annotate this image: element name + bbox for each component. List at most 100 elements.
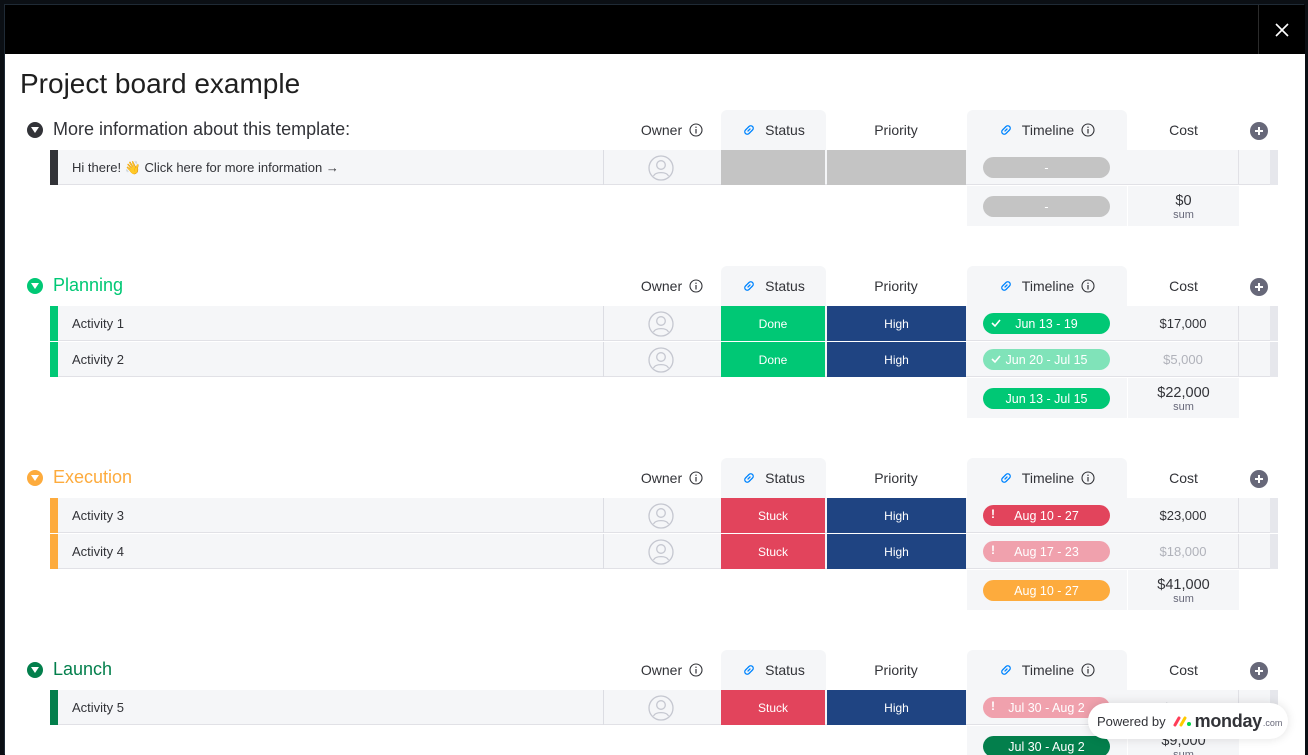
timeline-summary-pill: Jun 13 - Jul 15 [983,388,1110,409]
collapse-toggle-icon[interactable] [27,122,43,138]
add-column-icon[interactable] [1250,470,1268,488]
column-header-owner[interactable]: Owner [622,110,722,150]
column-header-owner[interactable]: Owner [622,458,722,498]
column-header-status[interactable]: Status [721,110,826,150]
group-title[interactable]: Planning [53,275,123,296]
link-icon [744,473,754,483]
status-cell[interactable]: Stuck [721,690,825,725]
info-icon[interactable] [689,663,703,677]
info-icon[interactable] [689,123,703,137]
collapse-toggle-icon[interactable] [27,278,43,294]
cost-cell[interactable]: $18,000 [1128,534,1238,569]
timeline-pill[interactable]: Jun 20 - Jul 15 [983,349,1110,370]
table-row[interactable]: Hi there! 👋 Click here for more informat… [50,150,1278,185]
cost-cell[interactable]: $23,000 [1128,498,1238,533]
column-header-priority[interactable]: Priority [826,266,966,306]
link-icon [744,281,754,291]
column-header-owner[interactable]: Owner [622,266,722,306]
board-content: Project board example More information a… [5,54,1305,755]
column-header-cost[interactable]: Cost [1128,458,1239,498]
person-avatar-icon[interactable] [648,695,674,721]
priority-cell[interactable]: High [827,690,966,725]
column-header-cost[interactable]: Cost [1128,266,1239,306]
cost-cell[interactable]: $5,000 [1128,342,1238,377]
status-cell[interactable] [721,150,825,185]
status-cell[interactable]: Done [721,306,825,341]
cost-sum-value: $41,000 [1157,577,1210,593]
priority-cell[interactable]: High [827,342,966,377]
collapse-toggle-icon[interactable] [27,470,43,486]
item-name[interactable]: Activity 3 [72,498,124,533]
timeline-summary: - [967,186,1127,226]
person-avatar-icon[interactable] [648,539,674,565]
item-name[interactable]: Activity 4 [72,534,124,569]
powered-by-badge[interactable]: Powered by monday .com [1088,703,1288,739]
column-header-timeline[interactable]: Timeline [967,110,1127,150]
info-icon[interactable] [1081,663,1095,677]
column-header-cost[interactable]: Cost [1128,110,1239,150]
column-header-status[interactable]: Status [721,458,826,498]
column-header-status[interactable]: Status [721,650,826,690]
table-row[interactable]: Activity 3 Stuck High ! Aug 10 - 27 $23,… [50,498,1278,533]
alert-icon: ! [991,543,995,557]
column-header-priority[interactable]: Priority [826,458,966,498]
person-avatar-icon[interactable] [648,311,674,337]
person-avatar-icon[interactable] [648,503,674,529]
timeline-summary: Jun 13 - Jul 15 [967,378,1127,418]
priority-cell[interactable] [827,150,966,185]
alert-icon: ! [991,507,995,521]
column-header-cost[interactable]: Cost [1128,650,1239,690]
column-header-owner[interactable]: Owner [622,650,722,690]
group-title[interactable]: Launch [53,659,112,680]
table-row[interactable]: Activity 4 Stuck High ! Aug 17 - 23 $18,… [50,534,1278,569]
status-cell[interactable]: Done [721,342,825,377]
cost-sum-value: $0 [1175,193,1192,209]
add-column-icon[interactable] [1250,278,1268,296]
link-icon [744,665,754,675]
person-avatar-icon[interactable] [648,155,674,181]
close-icon[interactable] [1275,22,1289,37]
cost-cell[interactable]: $17,000 [1128,306,1238,341]
item-name[interactable]: Hi there! 👋 Click here for more informat… [72,150,339,185]
person-avatar-icon[interactable] [648,347,674,373]
status-cell[interactable]: Stuck [721,534,825,569]
priority-cell[interactable]: High [827,534,966,569]
link-icon [1001,281,1011,291]
monday-domain-suffix: .com [1262,718,1283,728]
add-column-icon[interactable] [1250,122,1268,140]
close-button[interactable] [1258,5,1305,54]
collapse-toggle-icon[interactable] [27,662,43,678]
cost-summary: $0 sum [1128,186,1239,226]
table-row[interactable]: Activity 1 Done High Jun 13 - 19 $17,000 [50,306,1278,341]
column-header-timeline[interactable]: Timeline [967,650,1127,690]
timeline-pill[interactable]: Jun 13 - 19 [983,313,1110,334]
group-title[interactable]: Execution [53,467,132,488]
priority-cell[interactable]: High [827,498,966,533]
group-header: Execution Owner Status Priority Timeline… [5,458,1305,498]
column-header-timeline[interactable]: Timeline [967,266,1127,306]
timeline-pill[interactable]: ! Aug 17 - 23 [983,541,1110,562]
cost-sum-label: sum [1173,593,1194,605]
column-header-priority[interactable]: Priority [826,650,966,690]
column-header-status[interactable]: Status [721,266,826,306]
group-title[interactable]: More information about this template: [53,119,350,140]
timeline-pill[interactable]: ! Aug 10 - 27 [983,505,1110,526]
item-name[interactable]: Activity 5 [72,690,124,725]
item-name[interactable]: Activity 1 [72,306,124,341]
info-icon[interactable] [1081,123,1095,137]
cost-cell[interactable] [1128,150,1238,185]
add-column-icon[interactable] [1250,662,1268,680]
info-icon[interactable] [689,471,703,485]
info-icon[interactable] [1081,471,1095,485]
timeline-pill[interactable]: - [983,157,1110,178]
priority-cell[interactable]: High [827,306,966,341]
modal-topbar [5,5,1305,54]
item-name[interactable]: Activity 2 [72,342,124,377]
info-icon[interactable] [689,279,703,293]
row-color-bar [50,306,58,341]
column-header-timeline[interactable]: Timeline [967,458,1127,498]
table-row[interactable]: Activity 2 Done High Jun 20 - Jul 15 $5,… [50,342,1278,377]
column-header-priority[interactable]: Priority [826,110,966,150]
status-cell[interactable]: Stuck [721,498,825,533]
info-icon[interactable] [1081,279,1095,293]
